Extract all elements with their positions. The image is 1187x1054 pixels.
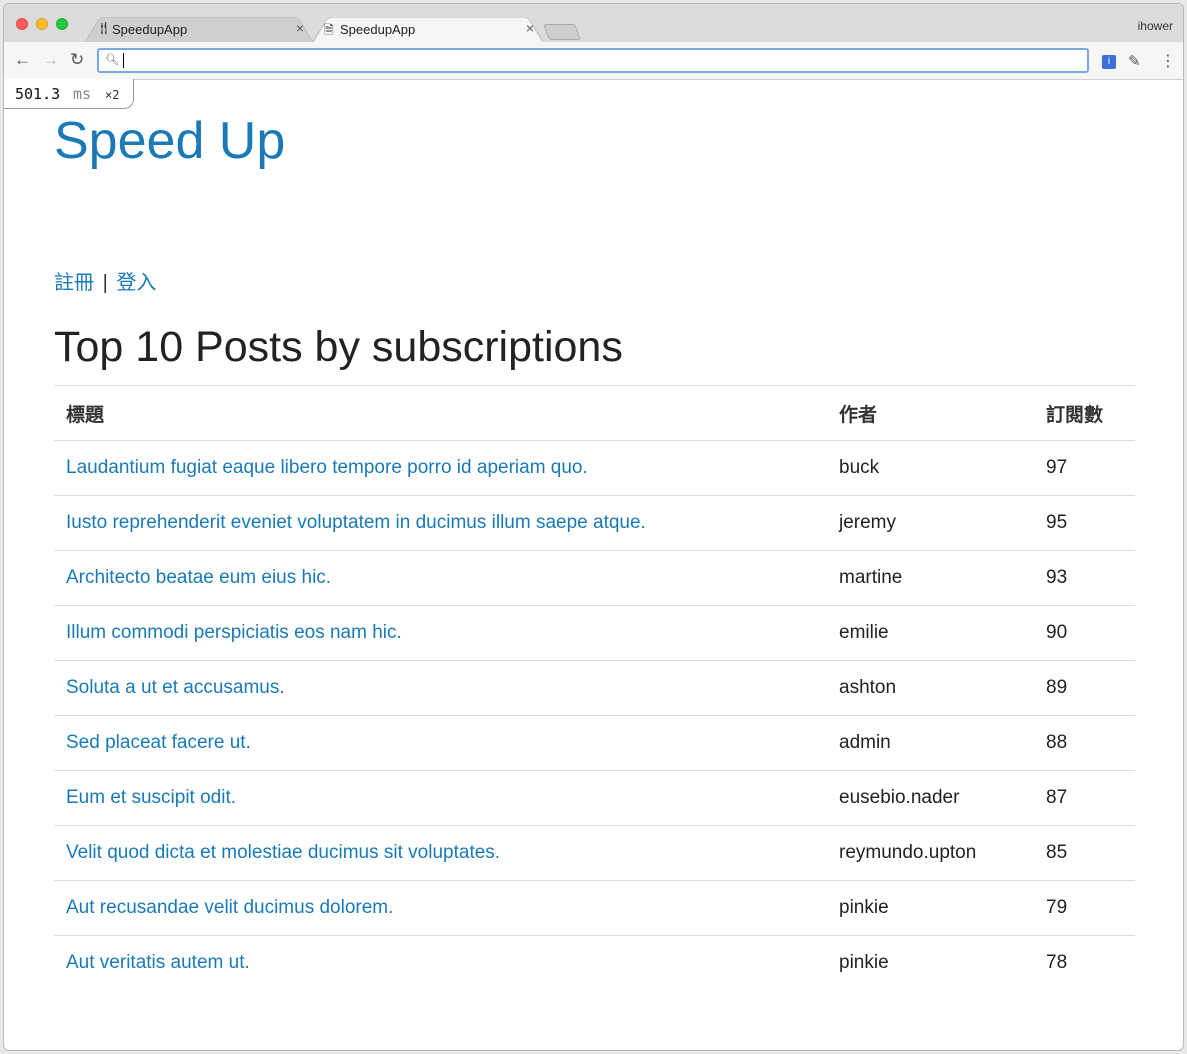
browser-toolbar: ← → ↻ 🔍︎ i ✎ ⋮ bbox=[4, 42, 1183, 80]
pen-tool-icon[interactable]: ✎ bbox=[1128, 52, 1141, 70]
forward-arrow-icon[interactable]: → bbox=[42, 50, 59, 70]
post-title-link[interactable]: Laudantium fugiat eaque libero tempore p… bbox=[66, 457, 588, 478]
post-title-link[interactable]: Aut recusandae velit ducimus dolorem. bbox=[66, 897, 393, 918]
post-author: martine bbox=[827, 550, 1034, 606]
post-subscriptions: 90 bbox=[1034, 605, 1135, 661]
post-title-cell: Soluta a ut et accusamus. bbox=[54, 660, 827, 716]
post-subscriptions: 87 bbox=[1034, 770, 1135, 826]
table-row: Soluta a ut et accusamus. ashton 89 bbox=[54, 660, 1135, 716]
post-title-link[interactable]: Illum commodi perspiciatis eos nam hic. bbox=[66, 622, 402, 643]
fork-knife-icon: 🍴︎ bbox=[96, 21, 112, 35]
post-subscriptions: 95 bbox=[1034, 495, 1135, 551]
auth-separator: | bbox=[102, 272, 108, 294]
post-subscriptions: 78 bbox=[1034, 935, 1135, 990]
tab-strip: 🍴︎ SpeedupApp × 🗎 SpeedupApp × ihower bbox=[4, 4, 1183, 43]
post-author: eusebio.nader bbox=[827, 770, 1034, 826]
perf-count: ×2 bbox=[105, 88, 120, 102]
post-title-cell: Eum et suscipit odit. bbox=[54, 770, 827, 826]
post-author: jeremy bbox=[827, 495, 1034, 551]
tab-title: SpeedupApp bbox=[340, 22, 416, 37]
profile-name[interactable]: ihower bbox=[1138, 19, 1173, 33]
reload-icon[interactable]: ↻ bbox=[70, 50, 84, 70]
post-title-link[interactable]: Velit quod dicta et molestiae ducimus si… bbox=[66, 842, 500, 863]
post-author: emilie bbox=[827, 605, 1034, 661]
window-close-button[interactable] bbox=[16, 18, 28, 30]
tab-speedupapp-1[interactable]: 🍴︎ SpeedupApp × bbox=[84, 12, 314, 43]
auth-links: 註冊 | 登入 bbox=[54, 266, 156, 295]
post-title-link[interactable]: Aut veritatis autem ut. bbox=[66, 952, 250, 973]
table-row: Architecto beatae eum eius hic. martine 93 bbox=[54, 550, 1135, 606]
post-author: pinkie bbox=[827, 880, 1034, 936]
perf-value: 501.3 bbox=[15, 85, 61, 103]
browser-window: 🍴︎ SpeedupApp × 🗎 SpeedupApp × ihower ← … bbox=[3, 3, 1184, 1051]
post-author: pinkie bbox=[827, 935, 1034, 990]
back-arrow-icon[interactable]: ← bbox=[14, 50, 31, 70]
post-author: reymundo.upton bbox=[827, 825, 1034, 881]
post-title-cell: Architecto beatae eum eius hic. bbox=[54, 550, 827, 606]
post-subscriptions: 89 bbox=[1034, 660, 1135, 716]
post-title-link[interactable]: Eum et suscipit odit. bbox=[66, 787, 236, 808]
login-link[interactable]: 登入 bbox=[116, 272, 156, 294]
extension-icon[interactable]: i bbox=[1102, 55, 1116, 69]
perf-badge[interactable]: 501.3 ms ×2 bbox=[4, 79, 134, 109]
table-header-row: 標題 作者 訂閱數 bbox=[54, 385, 1135, 441]
tab-title: SpeedupApp bbox=[112, 22, 188, 37]
page-heading: Top 10 Posts by subscriptions bbox=[54, 323, 623, 371]
post-title-link[interactable]: Architecto beatae eum eius hic. bbox=[66, 567, 331, 588]
register-link[interactable]: 註冊 bbox=[54, 272, 94, 294]
post-author: admin bbox=[827, 715, 1034, 771]
post-title-link[interactable]: Soluta a ut et accusamus. bbox=[66, 677, 285, 698]
post-title-cell: Iusto reprehenderit eveniet voluptatem i… bbox=[54, 495, 827, 551]
post-author: ashton bbox=[827, 660, 1034, 716]
post-subscriptions: 93 bbox=[1034, 550, 1135, 606]
post-title-cell: Velit quod dicta et molestiae ducimus si… bbox=[54, 825, 827, 881]
post-subscriptions: 97 bbox=[1034, 440, 1135, 496]
table-row: Sed placeat facere ut. admin 88 bbox=[54, 715, 1135, 771]
tab-close-icon[interactable]: × bbox=[296, 20, 304, 36]
posts-table: 標題 作者 訂閱數 Laudantium fugiat eaque libero… bbox=[54, 385, 1135, 990]
table-row: Laudantium fugiat eaque libero tempore p… bbox=[54, 440, 1135, 496]
post-title-cell: Aut recusandae velit ducimus dolorem. bbox=[54, 880, 827, 936]
new-tab-button[interactable] bbox=[543, 24, 581, 40]
text-caret bbox=[123, 53, 124, 68]
post-subscriptions: 79 bbox=[1034, 880, 1135, 936]
tab-speedupapp-2[interactable]: 🗎 SpeedupApp × bbox=[312, 12, 544, 43]
address-bar[interactable]: 🔍︎ bbox=[97, 48, 1089, 73]
table-row: Iusto reprehenderit eveniet voluptatem i… bbox=[54, 495, 1135, 551]
site-title-link[interactable]: Speed Up bbox=[54, 111, 285, 171]
table-row: Aut recusandae velit ducimus dolorem. pin… bbox=[54, 880, 1135, 936]
window-maximize-button[interactable] bbox=[56, 18, 68, 30]
table-row: Illum commodi perspiciatis eos nam hic. e… bbox=[54, 605, 1135, 661]
post-subscriptions: 88 bbox=[1034, 715, 1135, 771]
document-icon: 🗎 bbox=[324, 23, 334, 37]
table-row: Velit quod dicta et molestiae ducimus si… bbox=[54, 825, 1135, 881]
column-header-author: 作者 bbox=[827, 385, 1034, 441]
post-title-cell: Laudantium fugiat eaque libero tempore p… bbox=[54, 440, 827, 496]
post-title-link[interactable]: Iusto reprehenderit eveniet voluptatem i… bbox=[66, 512, 646, 533]
column-header-subscriptions: 訂閱數 bbox=[1034, 385, 1135, 441]
post-title-cell: Aut veritatis autem ut. bbox=[54, 935, 827, 990]
post-title-cell: Illum commodi perspiciatis eos nam hic. bbox=[54, 605, 827, 661]
window-minimize-button[interactable] bbox=[36, 18, 48, 30]
table-row: Aut veritatis autem ut. pinkie 78 bbox=[54, 935, 1135, 990]
search-icon: 🔍︎ bbox=[105, 54, 119, 66]
post-title-cell: Sed placeat facere ut. bbox=[54, 715, 827, 771]
perf-unit: ms bbox=[73, 85, 92, 103]
tab-close-icon[interactable]: × bbox=[526, 20, 534, 36]
post-title-link[interactable]: Sed placeat facere ut. bbox=[66, 732, 251, 753]
column-header-title: 標題 bbox=[54, 385, 827, 441]
table-row: Eum et suscipit odit. eusebio.nader 87 bbox=[54, 770, 1135, 826]
kebab-menu-icon[interactable]: ⋮ bbox=[1160, 51, 1176, 71]
post-author: buck bbox=[827, 440, 1034, 496]
post-subscriptions: 85 bbox=[1034, 825, 1135, 881]
